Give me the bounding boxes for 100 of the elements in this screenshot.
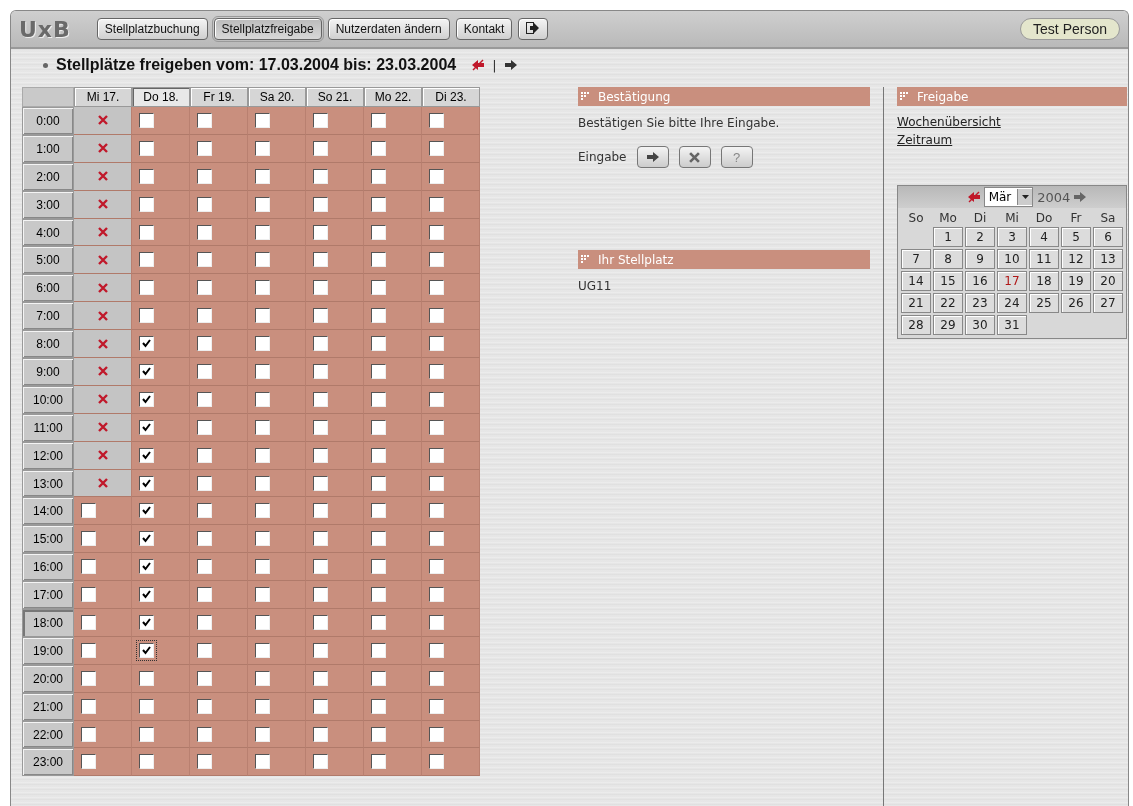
checkbox[interactable] xyxy=(313,559,328,575)
day-header[interactable]: Di 23. xyxy=(422,87,480,107)
checkbox[interactable] xyxy=(197,587,212,603)
checkbox[interactable] xyxy=(313,419,328,435)
checkbox[interactable] xyxy=(255,726,270,742)
month-select[interactable]: Mär xyxy=(983,187,1034,207)
checkbox[interactable] xyxy=(371,503,386,519)
calendar-day[interactable]: 21 xyxy=(901,293,931,313)
checkbox[interactable] xyxy=(313,614,328,630)
checkbox[interactable] xyxy=(371,642,386,658)
checkbox[interactable] xyxy=(139,112,154,128)
checkbox[interactable] xyxy=(371,475,386,491)
checkbox[interactable] xyxy=(197,363,212,379)
checkbox[interactable] xyxy=(197,475,212,491)
calendar-day[interactable]: 10 xyxy=(997,249,1027,269)
link[interactable]: Zeitraum xyxy=(897,133,953,147)
checkbox[interactable] xyxy=(255,168,270,184)
checkbox[interactable] xyxy=(255,475,270,491)
checkbox[interactable] xyxy=(313,726,328,742)
time-header[interactable]: 5:00 xyxy=(22,246,74,275)
calendar-day[interactable]: 25 xyxy=(1029,293,1059,313)
calendar-day[interactable]: 22 xyxy=(933,293,963,313)
checkbox[interactable] xyxy=(139,503,154,519)
calendar-day[interactable]: 18 xyxy=(1029,271,1059,291)
checkbox[interactable] xyxy=(313,391,328,407)
checkbox[interactable] xyxy=(81,559,96,575)
nav-button[interactable]: Kontakt xyxy=(455,18,513,40)
checkbox[interactable] xyxy=(197,308,212,324)
checkbox[interactable] xyxy=(313,336,328,352)
checkbox[interactable] xyxy=(139,252,154,268)
checkbox[interactable] xyxy=(139,419,154,435)
calendar-day[interactable]: 29 xyxy=(933,315,963,335)
calendar-day[interactable]: 26 xyxy=(1061,293,1091,313)
checkbox[interactable] xyxy=(429,559,444,575)
checkbox[interactable] xyxy=(197,614,212,630)
time-header[interactable]: 13:00 xyxy=(22,469,74,498)
checkbox[interactable] xyxy=(429,531,444,547)
checkbox[interactable] xyxy=(371,363,386,379)
checkbox[interactable] xyxy=(81,531,96,547)
calendar-day[interactable]: 9 xyxy=(965,249,995,269)
checkbox[interactable] xyxy=(371,614,386,630)
checkbox[interactable] xyxy=(371,140,386,156)
day-header[interactable]: Mi 17. xyxy=(74,87,132,107)
calendar-day[interactable]: 1 xyxy=(933,227,963,247)
checkbox[interactable] xyxy=(197,196,212,212)
checkbox[interactable] xyxy=(139,140,154,156)
checkbox[interactable] xyxy=(429,391,444,407)
checkbox[interactable] xyxy=(139,559,154,575)
checkbox[interactable] xyxy=(371,391,386,407)
checkbox[interactable] xyxy=(371,726,386,742)
calendar-day[interactable]: 27 xyxy=(1093,293,1123,313)
checkbox[interactable] xyxy=(197,447,212,463)
time-header[interactable]: 22:00 xyxy=(22,720,74,749)
checkbox[interactable] xyxy=(429,587,444,603)
checkbox[interactable] xyxy=(429,419,444,435)
calendar-day[interactable]: 8 xyxy=(933,249,963,269)
checkbox[interactable] xyxy=(81,614,96,630)
checkbox[interactable] xyxy=(139,698,154,714)
checkbox[interactable] xyxy=(81,726,96,742)
checkbox[interactable] xyxy=(429,224,444,240)
calendar-day[interactable]: 24 xyxy=(997,293,1027,313)
checkbox[interactable] xyxy=(255,754,270,770)
time-header[interactable]: 4:00 xyxy=(22,218,74,247)
checkbox[interactable] xyxy=(139,196,154,212)
time-header[interactable]: 8:00 xyxy=(22,330,74,358)
checkbox[interactable] xyxy=(139,336,154,352)
calendar-day[interactable]: 14 xyxy=(901,271,931,291)
checkbox[interactable] xyxy=(313,531,328,547)
time-header[interactable]: 10:00 xyxy=(22,385,74,414)
checkbox[interactable] xyxy=(255,280,270,296)
link[interactable]: Wochenübersicht xyxy=(897,115,1001,129)
checkbox[interactable] xyxy=(313,140,328,156)
calendar-day[interactable]: 4 xyxy=(1029,227,1059,247)
time-header[interactable]: 6:00 xyxy=(22,274,74,303)
checkbox[interactable] xyxy=(255,252,270,268)
checkbox[interactable] xyxy=(255,642,270,658)
checkbox[interactable] xyxy=(139,308,154,324)
time-header[interactable]: 21:00 xyxy=(22,692,74,721)
checkbox[interactable] xyxy=(197,112,212,128)
checkbox[interactable] xyxy=(429,112,444,128)
time-header[interactable]: 16:00 xyxy=(22,553,74,582)
calendar-day[interactable]: 31 xyxy=(997,315,1027,335)
checkbox[interactable] xyxy=(255,503,270,519)
checkbox[interactable] xyxy=(313,447,328,463)
checkbox[interactable] xyxy=(255,614,270,630)
checkbox[interactable] xyxy=(313,642,328,658)
time-header[interactable]: 12:00 xyxy=(22,441,74,470)
checkbox[interactable] xyxy=(313,698,328,714)
checkbox[interactable] xyxy=(197,726,212,742)
crossed-arrow-icon[interactable] xyxy=(472,59,485,71)
checkbox[interactable] xyxy=(313,475,328,491)
checkbox[interactable] xyxy=(81,670,96,686)
checkbox[interactable] xyxy=(139,475,154,491)
time-header[interactable]: 17:00 xyxy=(22,581,74,610)
checkbox[interactable] xyxy=(313,168,328,184)
checkbox[interactable] xyxy=(371,419,386,435)
nav-button[interactable]: Stellplatzbuchung xyxy=(96,18,208,40)
checkbox[interactable] xyxy=(255,363,270,379)
checkbox[interactable] xyxy=(371,252,386,268)
checkbox[interactable] xyxy=(429,168,444,184)
